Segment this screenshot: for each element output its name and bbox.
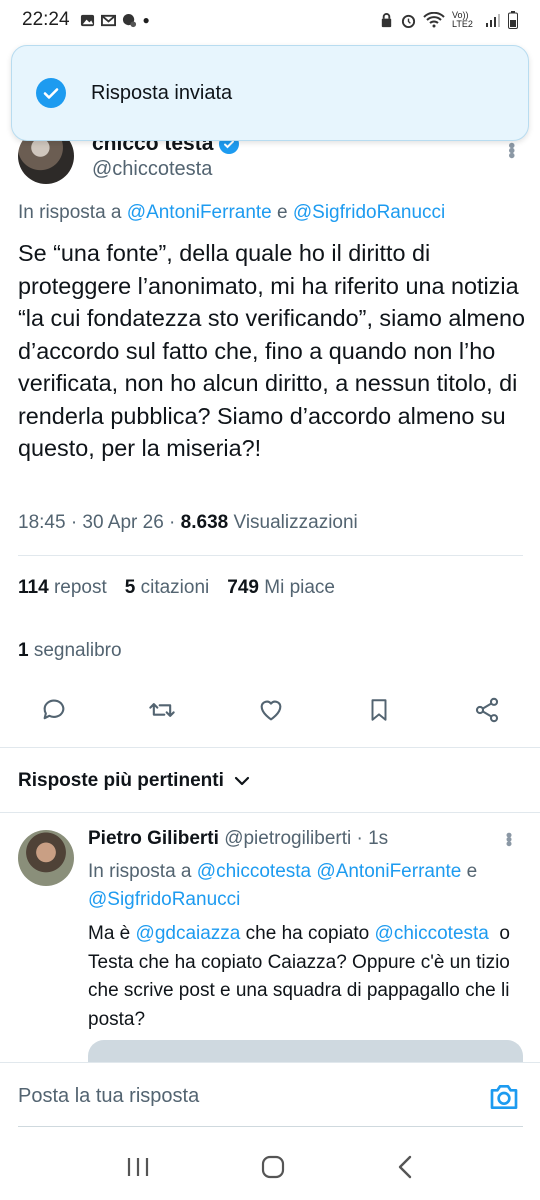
reposts-count: 114 bbox=[18, 577, 49, 598]
reply-age: · 1s bbox=[351, 828, 389, 849]
sort-label: Risposte più pertinenti bbox=[18, 770, 224, 791]
reply-mention-antoniferrante[interactable]: @AntoniFerrante bbox=[127, 202, 272, 223]
gallery-icon bbox=[80, 14, 94, 26]
mention-gdcaiazza[interactable]: @gdcaiazza bbox=[136, 923, 241, 944]
battery-icon bbox=[508, 11, 518, 29]
reply-joiner: e bbox=[271, 202, 293, 223]
reply-header: Pietro Giliberti @pietrogiliberti · 1s bbox=[88, 828, 388, 850]
back-icon[interactable] bbox=[395, 1154, 415, 1180]
bookmark-icon bbox=[371, 699, 387, 721]
reply-mention-sigfridoranucci[interactable]: @SigfridoRanucci bbox=[293, 202, 445, 223]
reply-author-handle[interactable]: @pietrogiliberti bbox=[224, 828, 351, 849]
signal-icon bbox=[486, 14, 500, 27]
share-button[interactable] bbox=[471, 694, 503, 726]
author-handle[interactable]: @chiccotesta bbox=[92, 158, 212, 181]
alarm-lock-icon bbox=[381, 12, 392, 27]
repost-icon bbox=[149, 703, 175, 717]
engagement-stats: 114 repost 5 citazioni 749 Mi piace bbox=[18, 577, 335, 599]
reply-icon bbox=[43, 699, 65, 720]
tweet-text: Se “una fonte”, della quale ho il diritt… bbox=[18, 240, 526, 461]
action-bar bbox=[18, 694, 523, 734]
mention-chiccotesta[interactable]: @chiccotesta bbox=[375, 923, 489, 944]
alarm-icon bbox=[401, 14, 416, 28]
reposts-stat[interactable]: 114 repost bbox=[18, 577, 107, 599]
reply-prefix: In risposta a bbox=[88, 861, 197, 882]
reply-text-start: Ma è bbox=[88, 923, 136, 944]
reply-mention-antoniferrante[interactable]: @AntoniFerrante bbox=[316, 861, 461, 882]
reply-mention-sigfridoranucci[interactable]: @SigfridoRanucci bbox=[88, 889, 240, 910]
divider bbox=[18, 555, 523, 556]
recent-apps-icon[interactable] bbox=[125, 1156, 151, 1178]
system-nav-bar bbox=[0, 1134, 540, 1200]
heart-icon bbox=[260, 700, 281, 721]
status-time: 22:24 bbox=[22, 9, 70, 30]
tweet-timestamp[interactable]: 18:45 · 30 Apr 26 · bbox=[18, 512, 181, 533]
reposts-label: repost bbox=[53, 577, 107, 598]
reply-button[interactable] bbox=[38, 694, 70, 726]
quotes-count: 5 bbox=[124, 577, 136, 598]
views-count: 8.638 bbox=[180, 512, 229, 533]
reply-mention-chiccotesta[interactable]: @chiccotesta bbox=[197, 861, 311, 882]
repost-button[interactable] bbox=[146, 694, 178, 726]
like-button[interactable] bbox=[255, 694, 287, 726]
bookmarks-count: 1 bbox=[18, 640, 29, 661]
camera-icon[interactable] bbox=[488, 1081, 520, 1113]
likes-count: 749 bbox=[227, 577, 259, 598]
bookmark-button[interactable] bbox=[363, 694, 395, 726]
reply-compose-input[interactable] bbox=[18, 1085, 458, 1108]
divider bbox=[0, 812, 540, 813]
reply-more-options-icon[interactable]: ••• bbox=[498, 832, 519, 845]
reply-text: Ma è @gdcaiazza che ha copiato @chiccote… bbox=[88, 920, 528, 1034]
volte-icon: Vo)) LTE2 bbox=[452, 10, 473, 29]
reply-joiner: e bbox=[461, 861, 478, 882]
likes-label: Mi piace bbox=[264, 577, 335, 598]
replies-sort-dropdown[interactable]: Risposte più pertinenti bbox=[18, 770, 250, 792]
quotes-label: citazioni bbox=[140, 577, 210, 598]
toast-text: Risposta inviata bbox=[91, 81, 233, 104]
compose-bar bbox=[0, 1062, 540, 1128]
bookmarks-stat[interactable]: 1 segnalibro bbox=[18, 640, 122, 662]
reply-avatar[interactable] bbox=[18, 830, 74, 886]
gmail-icon bbox=[100, 14, 116, 26]
bookmarks-label: segnalibro bbox=[33, 640, 122, 661]
reply-text-mid: che ha copiato bbox=[240, 923, 375, 944]
dot-icon: ● bbox=[142, 13, 150, 27]
share-icon bbox=[475, 697, 499, 723]
quotes-stat[interactable]: 5 citazioni bbox=[125, 577, 210, 599]
likes-stat[interactable]: 749 Mi piace bbox=[227, 577, 335, 599]
status-bar: 22:24 ● Vo)) LTE2 bbox=[0, 0, 540, 40]
check-icon bbox=[36, 78, 66, 108]
wifi-icon bbox=[423, 12, 445, 28]
tweet-meta: 18:45 · 30 Apr 26 · 8.638 Visualizzazion… bbox=[18, 512, 358, 534]
views-label: Visualizzazioni bbox=[228, 512, 358, 533]
assistant-icon bbox=[122, 13, 136, 27]
more-options-icon[interactable]: ••• bbox=[499, 142, 522, 157]
reply-author-name[interactable]: Pietro Giliberti bbox=[88, 828, 219, 849]
reply-prefix: In risposta a bbox=[18, 202, 127, 223]
divider bbox=[0, 747, 540, 748]
home-icon[interactable] bbox=[260, 1154, 286, 1180]
reply-context: In risposta a @AntoniFerrante e @Sigfrid… bbox=[18, 202, 445, 224]
toast-notification: Risposta inviata bbox=[11, 45, 529, 141]
compose-underline bbox=[18, 1126, 523, 1127]
chevron-down-icon bbox=[234, 776, 249, 786]
reply-context: In risposta a @chiccotesta @AntoniFerran… bbox=[88, 858, 528, 914]
